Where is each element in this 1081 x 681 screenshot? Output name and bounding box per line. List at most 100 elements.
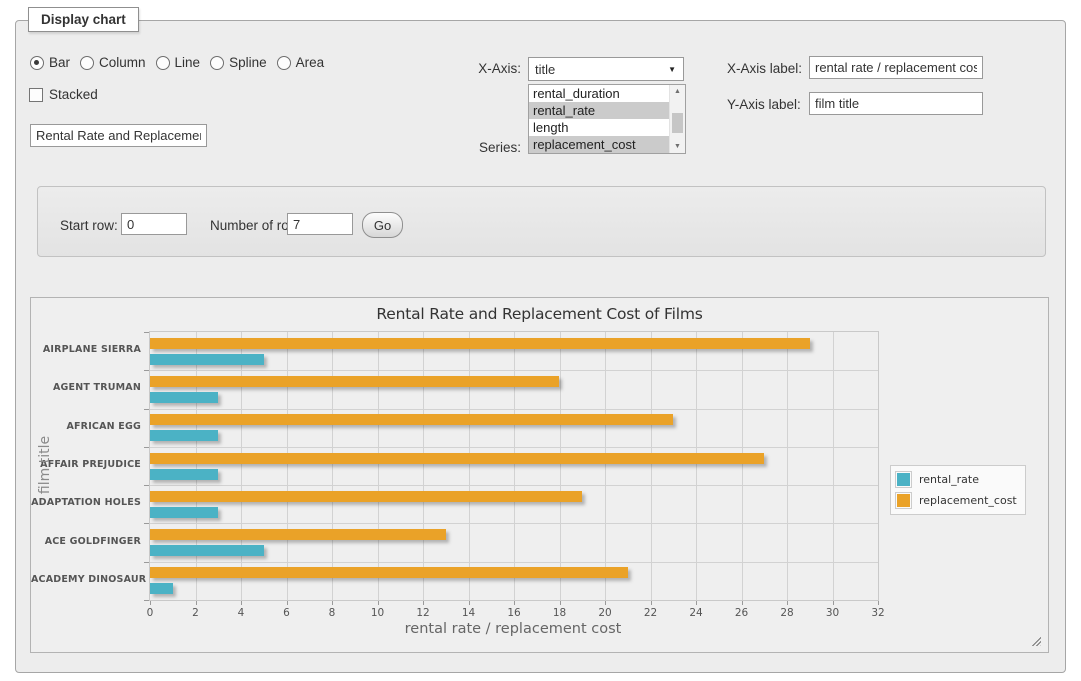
chart-type-option-bar[interactable]: Bar [30, 55, 70, 70]
start-row-input[interactable] [121, 213, 187, 235]
x-tick-mark [469, 601, 470, 605]
category-label: AIRPLANE SIERRA [31, 344, 141, 355]
bar-replacement_cost [150, 453, 764, 464]
x-tick-label: 30 [826, 607, 839, 619]
series-option-replacement_cost[interactable]: replacement_cost [529, 136, 670, 153]
legend-swatch-icon [895, 471, 912, 488]
grid-line-vertical [287, 332, 288, 600]
grid-line-vertical [787, 332, 788, 600]
x-tick-label: 10 [371, 607, 384, 619]
radio-label: Line [175, 55, 201, 70]
x-axis-select-label: X-Axis: [469, 61, 521, 76]
grid-line-vertical [332, 332, 333, 600]
x-tick-label: 8 [329, 607, 336, 619]
resize-handle-icon[interactable] [1030, 635, 1041, 646]
legend-label: rental_rate [919, 473, 979, 486]
x-tick-mark [241, 601, 242, 605]
series-option-rental_rate[interactable]: rental_rate [529, 102, 670, 119]
y-tick-mark [144, 600, 149, 601]
radio-label: Bar [49, 55, 70, 70]
grid-line-vertical [241, 332, 242, 600]
chart-type-option-spline[interactable]: Spline [210, 55, 267, 70]
x-tick-mark [605, 601, 606, 605]
y-tick-mark [144, 409, 149, 410]
grid-line-horizontal [150, 409, 878, 410]
x-axis-title: rental rate / replacement cost [149, 621, 877, 637]
chart-title: Rental Rate and Replacement Cost of Film… [31, 305, 1048, 323]
grid-line-horizontal [150, 523, 878, 524]
x-tick-mark [560, 601, 561, 605]
chart-type-option-column[interactable]: Column [80, 55, 146, 70]
radio-button-icon[interactable] [156, 56, 170, 70]
grid-line-vertical [469, 332, 470, 600]
legend-entry: replacement_cost [895, 490, 1017, 511]
bar-replacement_cost [150, 529, 446, 540]
x-tick-label: 2 [192, 607, 199, 619]
series-scrollbar[interactable]: ▲ ▼ [669, 85, 685, 153]
x-tick-mark [787, 601, 788, 605]
category-label: AGENT TRUMAN [31, 382, 141, 393]
legend-entry: rental_rate [895, 469, 1017, 490]
y-tick-mark [144, 562, 149, 563]
x-axis-select[interactable]: title ▼ [528, 57, 684, 81]
x-tick-label: 28 [780, 607, 793, 619]
x-tick-label: 26 [735, 607, 748, 619]
radio-button-icon[interactable] [80, 56, 94, 70]
chart-panel: Rental Rate and Replacement Cost of Film… [30, 297, 1049, 653]
radio-label: Spline [229, 55, 267, 70]
bar-replacement_cost [150, 376, 559, 387]
series-option-length[interactable]: length [529, 119, 670, 136]
radio-label: Area [296, 55, 325, 70]
number-of-rows-input[interactable] [287, 213, 353, 235]
scroll-down-icon[interactable]: ▼ [670, 140, 685, 153]
bar-rental_rate [150, 469, 218, 480]
series-select-label: Series: [469, 140, 521, 155]
y-axis-label-label: Y-Axis label: [727, 97, 801, 112]
y-axis-label-input[interactable] [809, 92, 983, 115]
legend-swatch-icon [895, 492, 912, 509]
bar-rental_rate [150, 507, 218, 518]
radio-button-icon[interactable] [277, 56, 291, 70]
x-tick-mark [332, 601, 333, 605]
chart-legend: rental_rate replacement_cost [890, 465, 1026, 515]
x-axis-label-input[interactable] [809, 56, 983, 79]
x-axis-label-label: X-Axis label: [727, 61, 802, 76]
y-tick-mark [144, 447, 149, 448]
series-option-rental_duration[interactable]: rental_duration [529, 85, 670, 102]
grid-line-vertical [651, 332, 652, 600]
scroll-up-icon[interactable]: ▲ [670, 85, 685, 98]
grid-line-horizontal [150, 370, 878, 371]
y-tick-mark [144, 485, 149, 486]
go-button[interactable]: Go [362, 212, 403, 238]
x-tick-label: 0 [147, 607, 154, 619]
x-tick-mark [833, 601, 834, 605]
radio-label: Column [99, 55, 146, 70]
grid-line-vertical [560, 332, 561, 600]
legend-label: replacement_cost [919, 494, 1017, 507]
bar-replacement_cost [150, 414, 673, 425]
start-row-label: Start row: [60, 218, 118, 233]
radio-button-icon[interactable] [210, 56, 224, 70]
grid-line-vertical [378, 332, 379, 600]
series-listbox[interactable]: rental_durationrental_ratelengthreplacem… [528, 84, 686, 154]
stacked-checkbox-row: Stacked [29, 87, 98, 102]
bar-replacement_cost [150, 567, 628, 578]
grid-line-vertical [514, 332, 515, 600]
scrollbar-thumb[interactable] [672, 113, 683, 133]
x-tick-mark [150, 601, 151, 605]
chart-type-option-area[interactable]: Area [277, 55, 325, 70]
x-axis-selected-value: title [535, 62, 555, 77]
radio-button-icon[interactable] [30, 56, 44, 70]
grid-line-vertical [833, 332, 834, 600]
x-tick-label: 18 [553, 607, 566, 619]
chart-type-option-line[interactable]: Line [156, 55, 201, 70]
x-tick-label: 24 [689, 607, 702, 619]
stacked-checkbox[interactable] [29, 88, 43, 102]
x-tick-label: 22 [644, 607, 657, 619]
grid-line-vertical [742, 332, 743, 600]
chart-title-input[interactable] [30, 124, 207, 147]
fieldset-legend: Display chart [28, 7, 139, 32]
dropdown-arrow-icon: ▼ [668, 65, 676, 74]
row-controls-panel [37, 186, 1046, 257]
bar-rental_rate [150, 583, 173, 594]
